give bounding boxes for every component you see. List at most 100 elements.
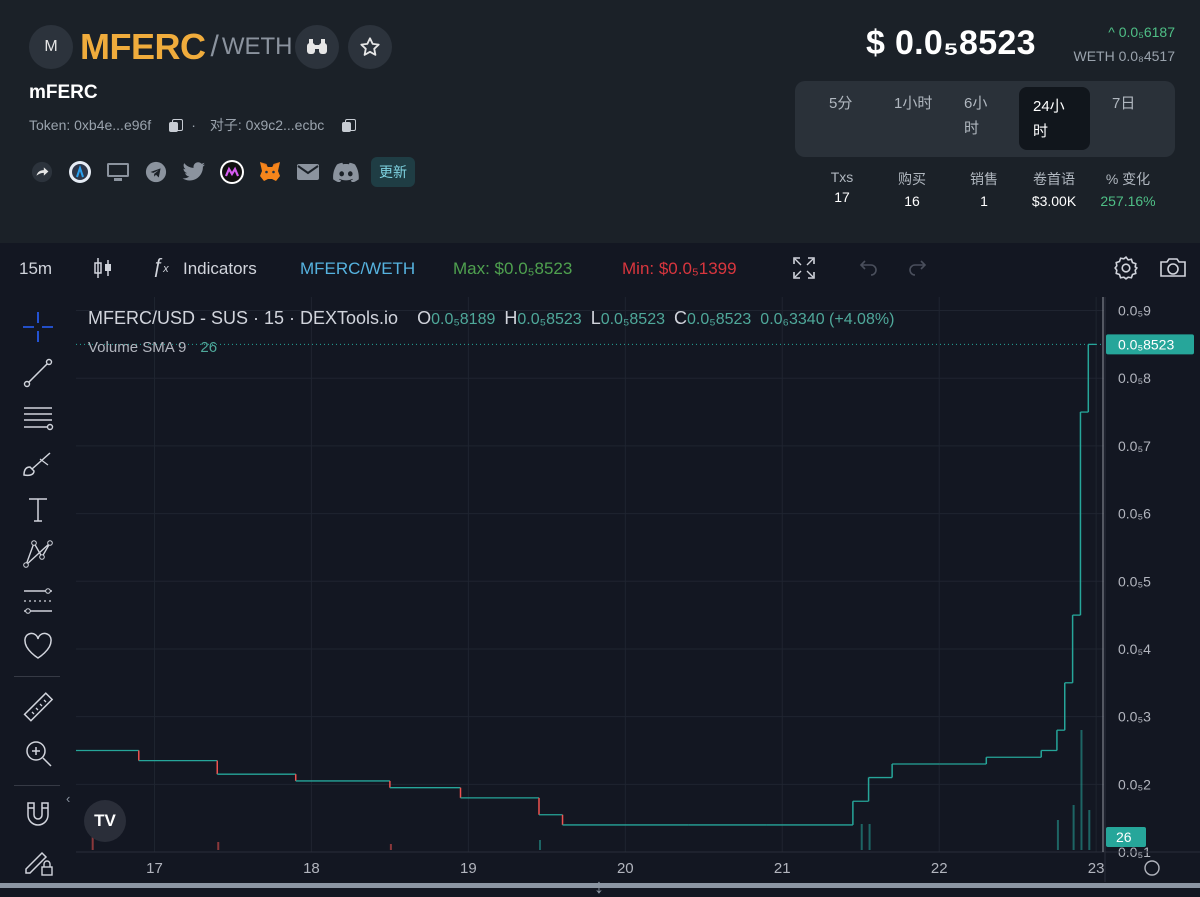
redo-icon[interactable] xyxy=(906,258,928,281)
token-logo: M xyxy=(29,25,73,69)
legend-symbol: MFERC/USD - SUS · 15 · DEXTools.io xyxy=(88,308,399,328)
volume-bar xyxy=(1072,805,1075,850)
drawing-tools: ‹ xyxy=(0,297,76,882)
settings-gear-icon[interactable] xyxy=(1113,255,1139,286)
pair-address: 对子: 0x9c2...ecbc xyxy=(209,117,325,133)
discord-icon[interactable] xyxy=(333,159,359,185)
pair-header: M MFERC / WETH mFERC Token: 0xb4e...e96f… xyxy=(0,0,1200,243)
camera-icon[interactable] xyxy=(1159,255,1187,284)
stat-volume: 卷首语 $3.00K xyxy=(1026,169,1082,209)
ohlc-legend: MFERC/USD - SUS · 15 · DEXTools.io O0.0₅… xyxy=(88,308,894,329)
x-tick-label: 19 xyxy=(460,860,477,877)
legend-close: 0.0₅8523 xyxy=(687,311,752,328)
twitter-icon[interactable] xyxy=(181,159,207,185)
stat-value: 257.16% xyxy=(1100,193,1156,209)
tradingview-logo[interactable]: TV xyxy=(84,800,126,842)
volume-bar xyxy=(868,824,871,850)
arbitrum-icon[interactable] xyxy=(67,159,93,185)
stat-buys: 购买 16 xyxy=(894,169,930,209)
tab-6h[interactable]: 6小 时 xyxy=(964,91,996,141)
volume-value: 26 xyxy=(200,339,218,356)
chart-toolbar: 15m ƒx Indicators MFERC/WETH Max: $0.0₅8… xyxy=(0,250,1200,287)
x-tick-label: 17 xyxy=(146,860,163,877)
copy-pair-icon[interactable] xyxy=(342,118,357,132)
resize-arrow-icon[interactable]: ↕ xyxy=(594,876,604,897)
website-icon[interactable] xyxy=(105,159,131,185)
tab-7d[interactable]: 7日 xyxy=(1112,91,1135,116)
pair-title: MFERC / WETH xyxy=(80,25,293,69)
favorite-button[interactable] xyxy=(348,25,392,69)
x-tick-label: 18 xyxy=(303,860,320,877)
app-icon[interactable] xyxy=(219,159,245,185)
timeframe-selector: 5分 1小时 6小 时 24小 时 7日 xyxy=(795,81,1175,157)
stat-label: 卷首语 xyxy=(1033,171,1075,187)
price-change: ^ 0.0₅6187 xyxy=(1108,24,1175,40)
watch-button[interactable] xyxy=(295,25,339,69)
price-chart[interactable]: 17 18 19 20 21 22 23 0.0₅9 0.0₅8 0.0₅7 0.0₅6 0.0₅5 0… xyxy=(76,297,1200,882)
stats-panel: Txs 17 购买 16 销售 1 卷首语 $3.00K % 变化 257.16% xyxy=(806,169,1166,217)
dextools-page: M MFERC / WETH mFERC Token: 0xb4e...e96f… xyxy=(0,0,1200,897)
metamask-icon[interactable] xyxy=(257,159,283,185)
tab-5m[interactable]: 5分 xyxy=(829,91,852,116)
y-tick-label: 0.0₅4 xyxy=(1118,641,1151,657)
stat-value: 16 xyxy=(904,193,920,209)
interval-button[interactable]: 15m xyxy=(19,259,52,279)
zoom-in-icon[interactable] xyxy=(20,735,56,771)
legend-h-label: H xyxy=(504,308,518,328)
share-icon[interactable] xyxy=(29,159,55,185)
magnet-icon[interactable] xyxy=(20,797,56,833)
fx-icon[interactable]: ƒx xyxy=(152,255,169,278)
legend-low: 0.0₅8523 xyxy=(600,311,665,328)
token-name: mFERC xyxy=(29,82,98,103)
update-button[interactable]: 更新 xyxy=(371,157,415,187)
scale-settings-icon xyxy=(1144,860,1160,876)
volume-bar xyxy=(1080,730,1083,850)
chart-canvas: 17 18 19 20 21 22 23 0.0₅9 0.0₅8 0.0₅7 0.0₅6 0.0₅5 0… xyxy=(76,297,1200,882)
stat-txs: Txs 17 xyxy=(826,169,858,205)
ruler-icon[interactable] xyxy=(20,690,56,726)
tab-1h[interactable]: 1小时 xyxy=(894,91,932,116)
crosshair-icon[interactable] xyxy=(20,309,56,345)
stat-label: 销售 xyxy=(970,171,998,187)
pair-slash: / xyxy=(210,30,219,63)
indicators-button[interactable]: Indicators xyxy=(183,259,257,279)
text-tool-icon[interactable] xyxy=(20,491,56,527)
prediction-icon[interactable] xyxy=(20,583,56,619)
lock-drawing-icon[interactable] xyxy=(20,843,56,879)
copy-token-icon[interactable] xyxy=(169,118,184,132)
min-price: Min: $0.0₅1399 xyxy=(622,259,737,278)
binoculars-icon xyxy=(307,39,327,54)
stat-value: $3.00K xyxy=(1031,193,1077,209)
brush-icon[interactable] xyxy=(20,445,56,481)
candle-type-icon[interactable] xyxy=(92,256,114,285)
legend-change: 0.0₆3340 (+4.08%) xyxy=(760,311,895,328)
volume-bar xyxy=(389,844,392,850)
legend-o-label: O xyxy=(417,308,432,328)
x-tick-label: 21 xyxy=(774,860,791,877)
stat-label: Txs xyxy=(830,169,854,185)
y-tick-label: 0.0₅6 xyxy=(1118,506,1151,522)
undo-icon[interactable] xyxy=(858,258,880,281)
legend-l-label: L xyxy=(590,308,601,328)
tab-24h[interactable]: 24小 时 xyxy=(1019,87,1090,150)
y-tick-label: 0.0₅3 xyxy=(1118,709,1151,725)
token-address: Token: 0xb4e...e96f xyxy=(29,117,152,133)
separator-dot: · xyxy=(191,117,196,133)
y-tick-label: 0.0₅2 xyxy=(1118,776,1151,792)
fib-levels-icon[interactable] xyxy=(20,400,56,436)
legend-open: 0.0₅8189 xyxy=(431,311,496,328)
pair-label: MFERC/WETH xyxy=(300,259,416,278)
email-icon[interactable] xyxy=(295,159,321,185)
token-logo-letter: M xyxy=(44,38,58,55)
y-tick-label: 0.0₅9 xyxy=(1118,303,1151,319)
telegram-icon[interactable] xyxy=(143,159,169,185)
heart-icon[interactable] xyxy=(20,628,56,664)
collapse-tools-icon[interactable]: ‹ xyxy=(66,791,70,806)
volume-bar xyxy=(860,824,863,850)
y-tick-label: 0.0₅7 xyxy=(1118,438,1151,454)
trendline-icon[interactable] xyxy=(20,355,56,391)
pattern-icon[interactable] xyxy=(20,537,56,573)
x-tick-label: 22 xyxy=(931,860,948,877)
fullscreen-icon[interactable] xyxy=(792,256,816,285)
tools-divider xyxy=(14,676,60,677)
